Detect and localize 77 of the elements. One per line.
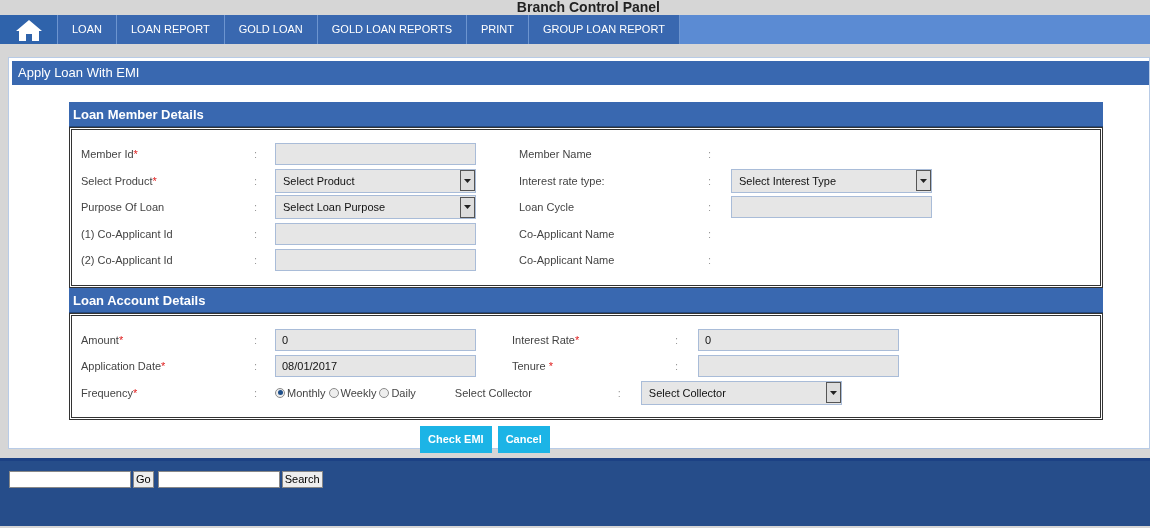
colon: : — [254, 227, 258, 240]
required-mark: * — [133, 385, 138, 401]
nav-item[interactable]: GROUP LOAN REPORT — [529, 15, 680, 44]
input-field[interactable]: 0 — [275, 328, 476, 351]
field-label: Co-Applicant Name — [519, 253, 615, 268]
search-button[interactable]: Search — [281, 471, 323, 488]
field-label: Interest rate type: — [519, 173, 605, 189]
field-label: Interest Rate — [512, 332, 575, 348]
colon: : — [254, 386, 258, 399]
radio-label: Monthly — [287, 385, 326, 401]
colon: : — [254, 254, 258, 266]
colon: : — [675, 333, 679, 346]
home-button[interactable] — [0, 15, 58, 44]
section-header: Loan Account Details — [69, 287, 1103, 313]
radio-label: Weekly — [340, 385, 377, 401]
field-label: Select Product — [81, 173, 153, 189]
dropdown[interactable]: Select Loan Purpose — [275, 195, 476, 220]
section-header: Loan Member Details — [69, 102, 1103, 127]
colon: : — [675, 360, 679, 372]
required-mark: * — [152, 173, 157, 189]
input-field[interactable] — [698, 355, 899, 378]
colon: : — [254, 360, 258, 372]
nav-item[interactable]: GOLD LOAN REPORTS — [317, 15, 468, 44]
page-title: Apply Loan With EMI — [12, 61, 1149, 85]
nav-item[interactable]: GOLD LOAN — [224, 15, 318, 44]
dropdown[interactable]: Select Product — [275, 168, 476, 193]
radio-button[interactable] — [379, 387, 390, 398]
input-field[interactable] — [157, 471, 280, 488]
input-field[interactable] — [731, 196, 932, 219]
field-label: Amount — [81, 332, 119, 348]
field-label: Select Collector — [454, 385, 532, 401]
colon: : — [708, 201, 712, 213]
input-field[interactable]: 08/01/2017 — [275, 355, 476, 378]
field-label: (2) Co-Applicant Id — [81, 253, 173, 268]
colon: : — [254, 333, 258, 346]
nav-item[interactable]: PRINT — [467, 15, 530, 44]
colon: : — [254, 174, 258, 187]
field-label: Member Id — [81, 147, 134, 162]
colon: : — [708, 148, 712, 160]
required-mark: * — [118, 332, 124, 348]
colon: : — [254, 201, 258, 213]
colon: : — [617, 386, 621, 399]
caret-icon — [829, 390, 837, 395]
field-label: Member Name — [519, 147, 592, 162]
input-field[interactable]: 0 — [698, 328, 899, 351]
home-icon — [14, 17, 43, 42]
colon: : — [708, 254, 712, 266]
input-field[interactable] — [275, 249, 476, 272]
caret-icon — [464, 205, 471, 210]
radio-button[interactable] — [328, 387, 339, 398]
input-field[interactable] — [275, 222, 476, 245]
colon: : — [708, 227, 712, 240]
field-label: Co-Applicant Name — [519, 226, 615, 242]
radio-button[interactable] — [275, 387, 285, 398]
dropdown[interactable]: Select Interest Type — [731, 168, 932, 193]
dropdown[interactable]: Select Collector — [640, 380, 842, 405]
colon: : — [254, 148, 258, 160]
required-mark: * — [133, 147, 138, 162]
field-label: Purpose Of Loan — [81, 200, 165, 215]
colon: : — [708, 174, 712, 187]
field-label: Loan Cycle — [519, 200, 575, 215]
field-label: Tenure — [512, 359, 546, 374]
field-label: (1) Co-Applicant Id — [81, 226, 173, 242]
input-field[interactable] — [9, 471, 131, 488]
input-field[interactable] — [275, 143, 476, 166]
field-label: Application Date — [81, 359, 162, 374]
nav-item[interactable]: LOAN REPORT — [116, 15, 225, 44]
required-mark: * — [575, 332, 580, 348]
caret-icon — [920, 178, 927, 183]
field-label: Frequency — [81, 385, 133, 401]
caret-icon — [464, 178, 471, 183]
radio-label: Daily — [391, 385, 416, 401]
window-title: Branch Control Panel — [516, 0, 660, 15]
go-button[interactable]: Go — [133, 471, 154, 488]
required-mark: * — [548, 359, 553, 374]
nav-item[interactable]: LOAN — [58, 15, 117, 44]
required-mark: * — [161, 359, 166, 374]
